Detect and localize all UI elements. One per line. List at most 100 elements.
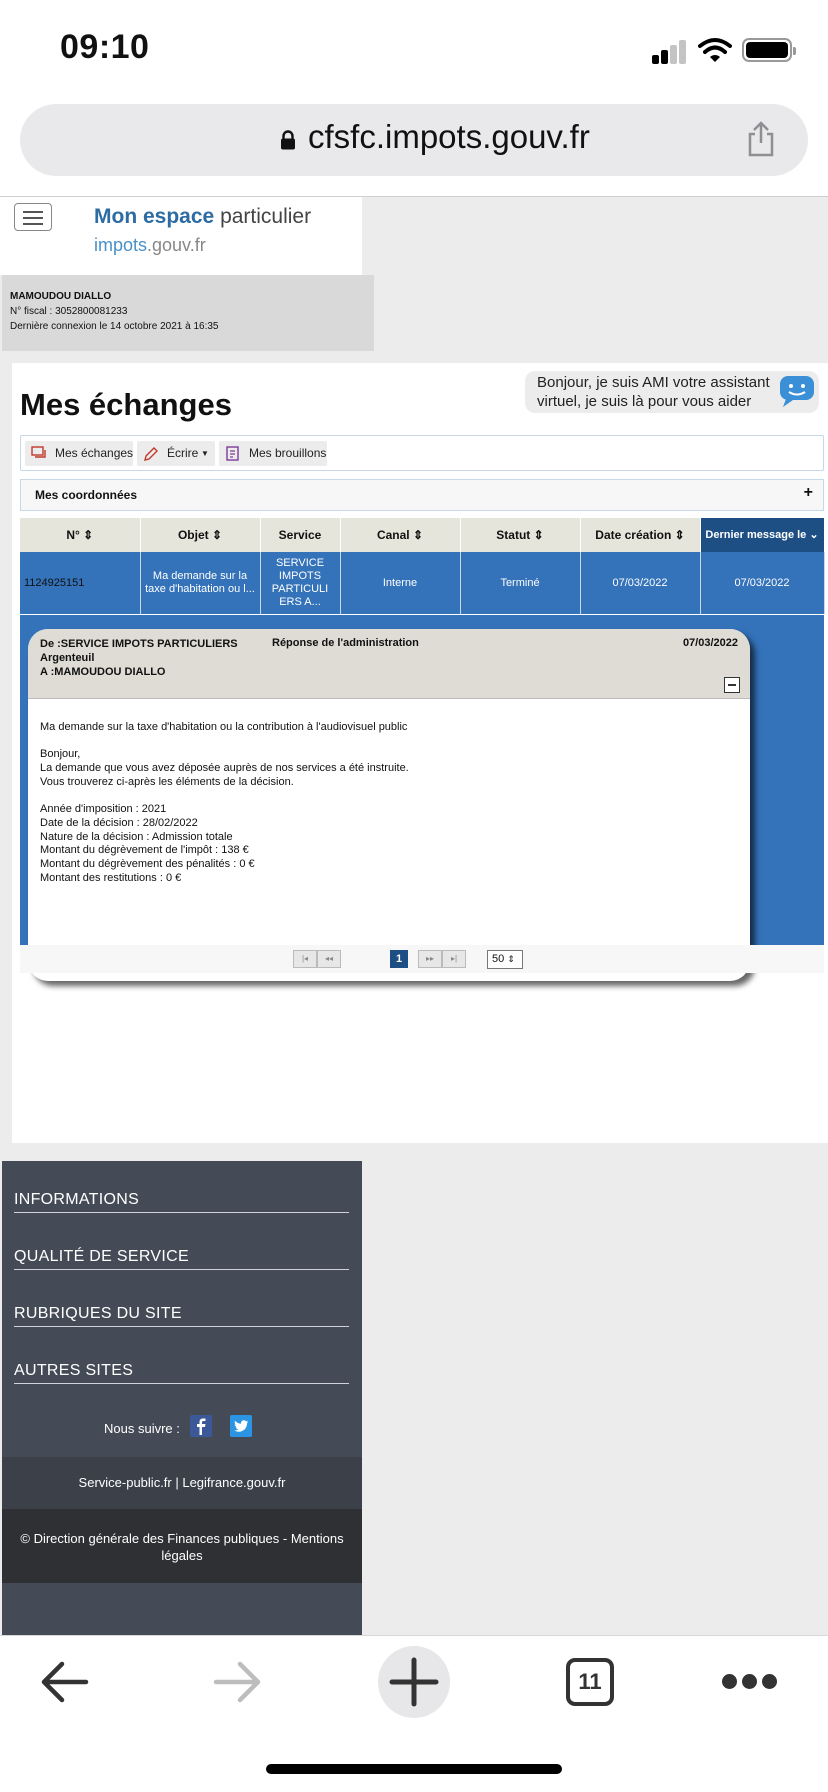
lock-icon [281,130,295,150]
message-type: Réponse de l'administration [272,637,419,649]
column-header-statut[interactable]: Statut ⇕ [460,518,581,552]
battery-icon [742,38,796,62]
message-text: La demande que vous avez déposée auprès … [40,762,409,775]
tax-relief-amount: Montant du dégrèvement de l'impôt : 138 … [40,844,249,857]
refund-amount: Montant des restitutions : 0 € [40,871,182,884]
facebook-icon[interactable] [190,1415,212,1437]
message-detail-area: De :SERVICE IMPOTS PARTICULIERS Argenteu… [20,615,824,981]
column-header-canal[interactable]: Canal ⇕ [340,518,461,552]
decision-nature: Nature de la décision : Admission totale [40,830,233,843]
column-header-objet[interactable]: Objet ⇕ [140,518,261,552]
site-logo-title[interactable]: Mon espace particulier [94,205,311,229]
sort-icon: ⇕ [83,528,94,542]
my-coordinates-label: Mes coordonnées [35,488,138,502]
penalty-relief-amount: Montant du dégrèvement des pénalités : 0… [40,858,255,870]
messages-icon [31,446,46,458]
select-arrows-icon: ⇕ [507,954,515,964]
site-header: Mon espace particulier impots.gouv.fr [0,197,362,275]
message-body: Ma demande sur la taxe d'habitation ou l… [40,721,740,885]
screen: 09:10 cfsfc.impots.gouv.fr Mon espace pa… [0,0,828,1792]
footer-link-other-sites[interactable]: AUTRES SITES [14,1362,349,1384]
table-header-row: N° ⇕ Objet ⇕ Service Canal ⇕ Statut ⇕ Da… [20,518,825,552]
site-footer: INFORMATIONS QUALITÉ DE SERVICE RUBRIQUE… [2,1161,362,1635]
sort-icon: ⇕ [674,528,685,542]
my-coordinates-panel[interactable]: Mes coordonnées + [20,479,824,511]
cell-statut: Terminé [460,552,581,614]
web-page: Mon espace particulier impots.gouv.fr MA… [0,197,828,1635]
caret-down-icon: ▼ [201,449,209,458]
cell-date-creation: 07/03/2022 [580,552,701,614]
address-bar[interactable]: cfsfc.impots.gouv.fr [20,104,808,176]
new-tab-button[interactable] [378,1646,450,1718]
cell-objet: Ma demande sur la taxe d'habitation ou l… [140,552,261,614]
chat-assistant-icon[interactable] [777,373,817,409]
my-drafts-button[interactable]: Mes brouillons [219,441,327,466]
back-arrow-icon[interactable] [36,1658,92,1706]
message-text: Vous trouverez ci-après les éléments de … [40,775,294,788]
column-header-num[interactable]: N° ⇕ [20,518,141,552]
share-icon[interactable] [744,120,778,158]
column-header-service: Service [260,518,341,552]
message-subject: Ma demande sur la taxe d'habitation ou l… [40,721,408,733]
write-menu-button[interactable]: Écrire ▼ [137,441,215,466]
pencil-icon [144,447,158,461]
current-page[interactable]: 1 [390,950,408,968]
fiscal-number: N° fiscal : 3052800081233 [10,306,128,317]
next-page-button[interactable]: ▸▸ [418,950,442,968]
government-sites-links[interactable]: Service-public.fr | Legifrance.gouv.fr [2,1457,362,1509]
status-bar: 09:10 [0,0,828,96]
url-text: cfsfc.impots.gouv.fr [308,118,590,155]
first-page-button[interactable]: |◂ [293,950,317,968]
status-time: 09:10 [60,28,150,66]
prev-page-button[interactable]: ◂◂ [317,950,341,968]
sort-icon: ⇕ [412,528,424,542]
twitter-icon[interactable] [230,1415,252,1437]
message-date: 07/03/2022 [682,637,738,649]
user-name: MAMOUDOU DIALLO [10,291,112,302]
last-page-button[interactable]: ▸| [442,950,466,968]
table-row[interactable]: 1124925151 Ma demande sur la taxe d'habi… [20,552,825,614]
social-follow: Nous suivre : [2,1413,362,1443]
hamburger-menu-button[interactable] [14,203,52,231]
sort-icon: ⇕ [533,528,544,542]
message-card: De :SERVICE IMPOTS PARTICULIERS Argenteu… [28,629,750,981]
sort-desc-icon: ⌄ [809,528,819,541]
footer-link-informations[interactable]: INFORMATIONS [14,1191,349,1213]
footer-link-quality[interactable]: QUALITÉ DE SERVICE [14,1248,349,1270]
message-sender: De :SERVICE IMPOTS PARTICULIERS Argenteu… [40,638,238,678]
main-content: Mes échanges Bonjour, je suis AMI votre … [12,363,828,1143]
column-header-date-creation[interactable]: Date création ⇕ [580,518,701,552]
cell-canal: Interne [340,552,461,614]
footer-link-sections[interactable]: RUBRIQUES DU SITE [14,1305,349,1327]
decision-year: Année d'imposition : 2021 [40,803,167,816]
wifi-icon [698,38,732,62]
plus-icon [389,1657,439,1707]
user-info: MAMOUDOU DIALLO N° fiscal : 305280008123… [2,275,374,351]
copyright-notice[interactable]: © Direction générale des Finances publiq… [2,1509,362,1583]
decision-date: Date de la décision : 28/02/2022 [40,816,198,829]
tabs-count-button[interactable]: 11 [566,1658,614,1706]
message-greeting: Bonjour, [40,748,81,761]
cell-last-message: 07/03/2022 [700,552,825,614]
last-login: Dernière connexion le 14 octobre 2021 à … [10,321,219,332]
page-title: Mes échanges [20,387,232,422]
more-options-icon[interactable] [722,1674,778,1690]
home-indicator[interactable] [266,1764,562,1774]
pagination: |◂ ◂◂ 1 ▸▸ ▸| 50 ⇕ [20,945,824,973]
forward-arrow-icon[interactable] [210,1658,266,1706]
cellular-signal-icon [652,40,688,64]
follow-label: Nous suivre : [104,1421,180,1436]
messages-toolbar: Mes échanges Écrire ▼ Mes brouillons [20,435,824,471]
collapse-button[interactable] [724,677,740,693]
cell-service: SERVICE IMPOTS PARTICULI ERS A... [260,552,341,614]
page-size-select[interactable]: 50 ⇕ [487,950,523,969]
ami-assistant-bubble[interactable]: Bonjour, je suis AMI votre assistant vir… [525,371,819,413]
messages-table: N° ⇕ Objet ⇕ Service Canal ⇕ Statut ⇕ Da… [20,518,825,614]
expand-icon[interactable]: + [804,484,813,502]
message-header: De :SERVICE IMPOTS PARTICULIERS Argenteu… [28,629,750,699]
cell-num: 1124925151 [20,552,141,614]
draft-document-icon [226,446,239,461]
my-exchanges-button[interactable]: Mes échanges [25,441,133,466]
site-logo-domain: impots.gouv.fr [94,235,206,255]
column-header-last-message[interactable]: Dernier message le ⌄ [700,518,825,552]
